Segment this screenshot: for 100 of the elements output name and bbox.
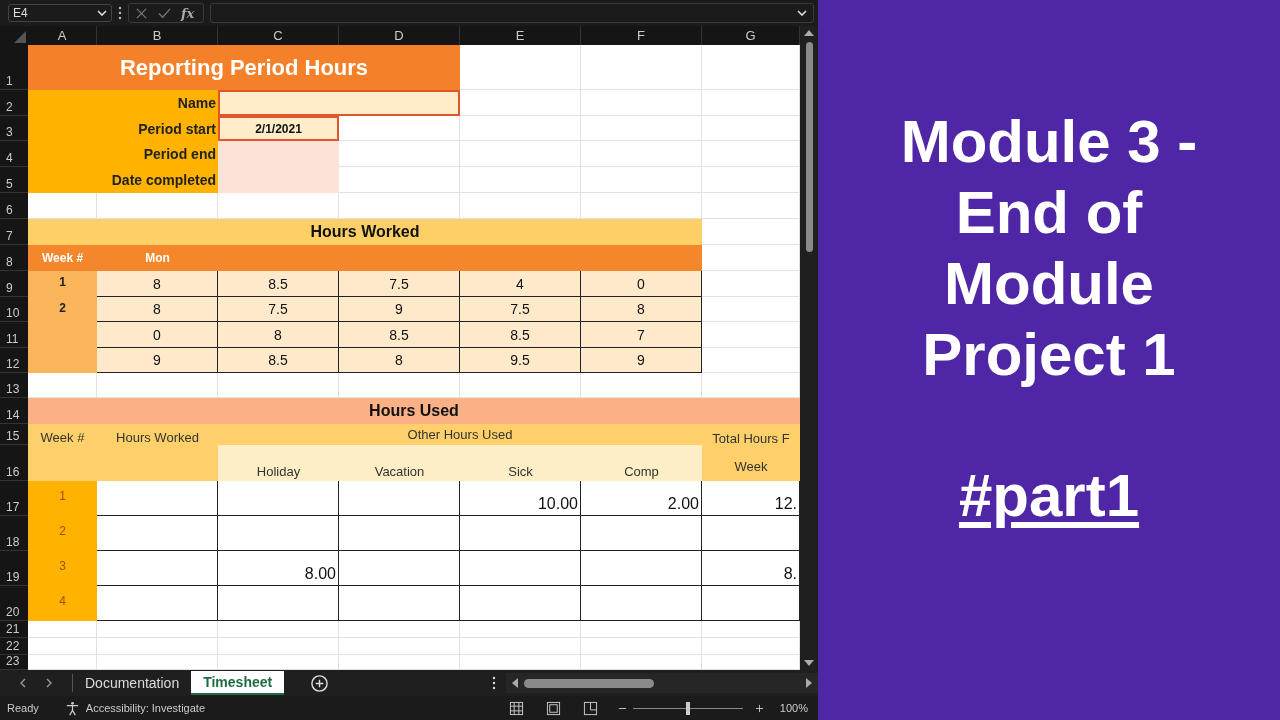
row-header[interactable]: 5 bbox=[0, 167, 28, 193]
column-header[interactable]: C bbox=[218, 26, 339, 45]
week-number: 2 bbox=[59, 301, 66, 315]
scroll-thumb[interactable] bbox=[524, 678, 654, 688]
column-heading: Holiday bbox=[218, 445, 339, 481]
table-cell: 9 bbox=[339, 297, 460, 322]
sheet-tab[interactable]: Timesheet bbox=[191, 671, 285, 695]
scroll-right-icon[interactable] bbox=[806, 678, 812, 688]
empty-cell[interactable] bbox=[460, 116, 581, 141]
row-header[interactable]: 14 bbox=[0, 398, 28, 424]
zoom-in-icon[interactable] bbox=[754, 703, 764, 713]
empty-cell[interactable] bbox=[581, 45, 702, 90]
normal-view-icon[interactable] bbox=[508, 700, 524, 716]
group-heading: Other Hours Used bbox=[218, 424, 702, 445]
scroll-left-icon[interactable] bbox=[512, 678, 518, 688]
sheet-tab[interactable]: Documentation bbox=[73, 671, 192, 695]
page-layout-icon[interactable] bbox=[545, 700, 561, 716]
scroll-up-icon[interactable] bbox=[804, 30, 814, 36]
column-heading: Week # bbox=[41, 251, 84, 265]
row-header[interactable]: 3 bbox=[0, 116, 28, 141]
row-header[interactable]: 19 bbox=[0, 551, 28, 586]
row-header[interactable]: 20 bbox=[0, 586, 28, 621]
empty-cell[interactable] bbox=[460, 638, 581, 655]
column-header[interactable]: D bbox=[339, 26, 460, 45]
chevron-down-icon bbox=[97, 10, 107, 16]
table-cell: 12. bbox=[702, 481, 800, 516]
row-header[interactable]: 15 bbox=[0, 424, 28, 445]
empty-cell[interactable] bbox=[460, 141, 581, 167]
chevron-down-icon bbox=[797, 10, 807, 16]
row-header[interactable]: 22 bbox=[0, 638, 28, 655]
name-box[interactable]: E4 bbox=[8, 4, 112, 22]
table-cell: 9.5 bbox=[460, 348, 581, 373]
table-cell: 0 bbox=[581, 271, 702, 297]
empty-cell[interactable] bbox=[581, 167, 702, 193]
row-header[interactable]: 6 bbox=[0, 193, 28, 219]
input-field[interactable] bbox=[218, 167, 339, 193]
empty-cell[interactable] bbox=[97, 638, 218, 655]
formula-input[interactable] bbox=[210, 3, 814, 23]
sheet-title: Reporting Period Hours bbox=[28, 45, 460, 90]
previous-sheet-icon[interactable] bbox=[20, 678, 26, 688]
empty-cell[interactable] bbox=[581, 116, 702, 141]
table-cell: 8 bbox=[339, 348, 460, 373]
table-cell: 9 bbox=[97, 348, 218, 373]
table-cell: 8.5 bbox=[218, 271, 339, 297]
row-header[interactable]: 10 bbox=[0, 297, 28, 322]
row-header[interactable]: 12 bbox=[0, 348, 28, 373]
insert-function-button[interactable]: fx bbox=[181, 5, 195, 21]
empty-cell[interactable] bbox=[218, 638, 339, 655]
add-sheet-icon[interactable] bbox=[310, 673, 330, 693]
column-header[interactable]: G bbox=[702, 26, 800, 45]
cancel-icon[interactable] bbox=[135, 6, 148, 20]
table-cell: 9 bbox=[581, 348, 702, 373]
row-header[interactable]: 11 bbox=[0, 322, 28, 348]
hashtag: #part1 bbox=[958, 461, 1140, 531]
column-heading: Sick bbox=[460, 445, 581, 481]
more-icon[interactable] bbox=[118, 6, 122, 20]
row-header[interactable]: 9 bbox=[0, 271, 28, 297]
empty-cell[interactable] bbox=[339, 638, 460, 655]
week-number: 4 bbox=[28, 586, 97, 621]
select-all-icon[interactable] bbox=[14, 31, 26, 43]
input-field[interactable] bbox=[218, 90, 460, 116]
empty-cell[interactable] bbox=[581, 90, 702, 116]
horizontal-scrollbar[interactable] bbox=[506, 673, 818, 693]
scroll-thumb[interactable] bbox=[805, 42, 813, 252]
empty-cell[interactable] bbox=[581, 638, 702, 655]
column-header[interactable]: A bbox=[28, 26, 97, 45]
week-number: 1 bbox=[28, 481, 97, 516]
row-header[interactable]: 1 bbox=[0, 45, 28, 90]
scroll-down-icon[interactable] bbox=[804, 660, 814, 666]
input-field[interactable]: 2/1/2021 bbox=[218, 116, 339, 141]
column-header[interactable]: E bbox=[460, 26, 581, 45]
row-header[interactable]: 23 bbox=[0, 655, 28, 670]
accessibility-status[interactable]: Accessibility: Investigate bbox=[85, 702, 205, 714]
slider-thumb[interactable] bbox=[685, 701, 690, 715]
row-header[interactable]: 21 bbox=[0, 621, 28, 638]
table-cell: 7.5 bbox=[218, 297, 339, 322]
accessibility-icon[interactable] bbox=[64, 700, 80, 716]
row-header[interactable]: 13 bbox=[0, 373, 28, 398]
row-header[interactable]: 8 bbox=[0, 245, 28, 271]
input-field[interactable] bbox=[218, 141, 339, 167]
table-cell: 8 bbox=[581, 297, 702, 322]
page-break-icon[interactable] bbox=[582, 700, 598, 716]
row-header[interactable]: 16 bbox=[0, 445, 28, 481]
check-icon[interactable] bbox=[158, 6, 171, 20]
empty-cell[interactable] bbox=[460, 167, 581, 193]
empty-cell[interactable] bbox=[581, 141, 702, 167]
banner-title: Project 1 bbox=[922, 320, 1176, 390]
table-cell: 0 bbox=[97, 322, 218, 348]
more-icon[interactable] bbox=[492, 676, 496, 690]
row-header[interactable]: 4 bbox=[0, 141, 28, 167]
column-header[interactable]: F bbox=[581, 26, 702, 45]
row-header[interactable]: 2 bbox=[0, 90, 28, 116]
row-header[interactable]: 17 bbox=[0, 481, 28, 516]
next-sheet-icon[interactable] bbox=[46, 678, 52, 688]
row-header[interactable]: 7 bbox=[0, 219, 28, 245]
field-label: Name bbox=[177, 95, 216, 111]
row-header[interactable]: 18 bbox=[0, 516, 28, 551]
column-heading: Total Hours F bbox=[712, 430, 790, 446]
zoom-level[interactable]: 100% bbox=[779, 702, 808, 714]
column-header[interactable]: B bbox=[97, 26, 218, 45]
